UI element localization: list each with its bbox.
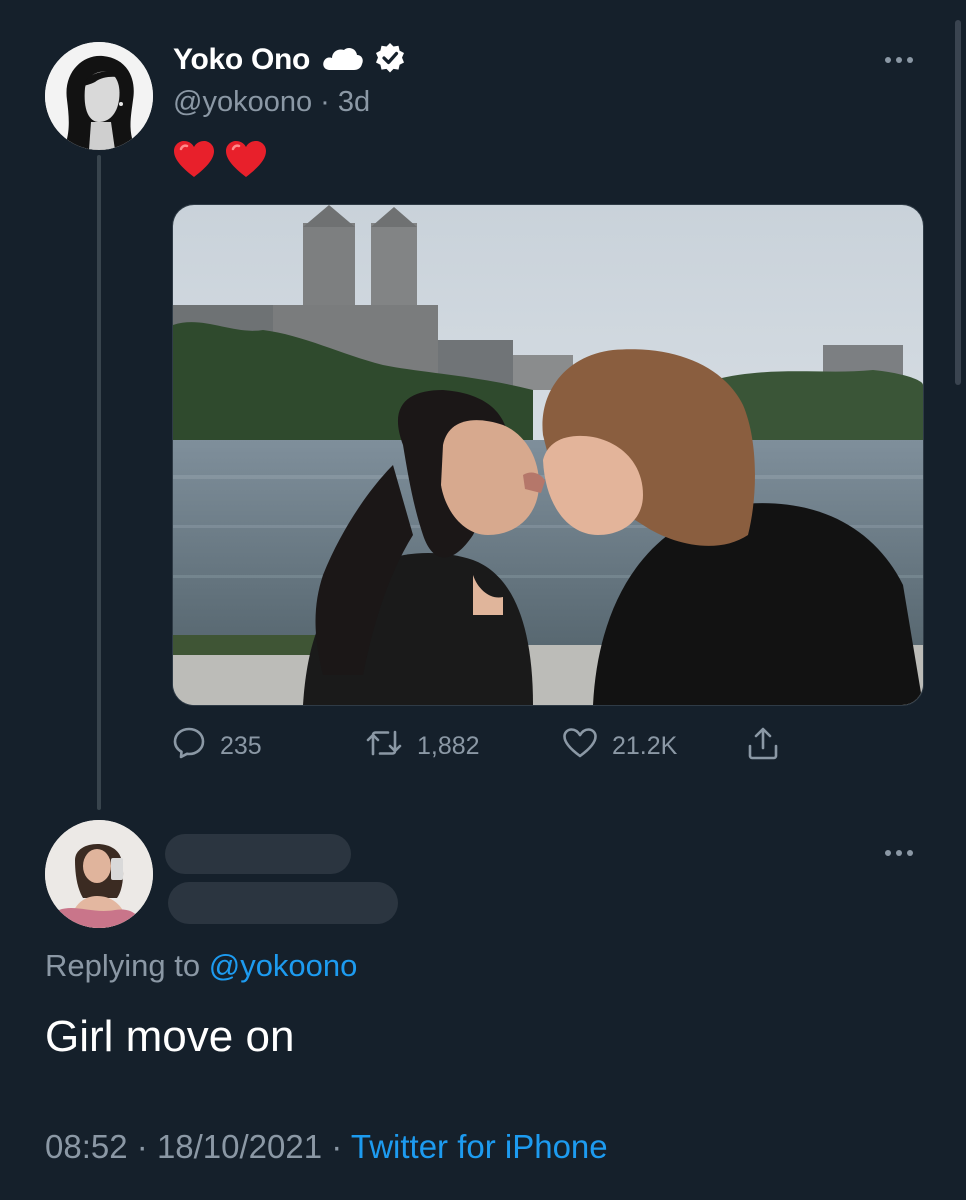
reply-button[interactable]: 235 (172, 722, 262, 770)
avatar-yokoono[interactable] (45, 42, 153, 150)
reply-source-link[interactable]: Twitter for iPhone (351, 1128, 608, 1165)
dot-icon (896, 850, 902, 856)
avatar-replier[interactable] (45, 820, 153, 928)
like-count: 21.2K (612, 731, 678, 760)
tweet-age[interactable]: 3d (338, 86, 370, 118)
reply-count: 235 (220, 731, 262, 760)
redacted-display-name (165, 834, 351, 874)
reply-date[interactable]: 18/10/2021 (157, 1128, 322, 1165)
retweet-button[interactable]: 1,882 (365, 722, 480, 770)
scrollbar[interactable] (955, 20, 961, 385)
reply-icon (172, 726, 206, 767)
display-name[interactable]: Yoko Ono (173, 43, 310, 77)
replying-to-label: Replying to (45, 948, 209, 983)
dot-icon (885, 850, 891, 856)
handle[interactable]: @yokoono (173, 86, 312, 118)
tweet-photo[interactable] (172, 204, 924, 706)
handle-and-time: @yokoono · 3d (173, 86, 370, 119)
cloud-icon (320, 44, 364, 77)
redacted-handle (168, 882, 398, 924)
verified-badge-icon (374, 42, 406, 79)
dot-icon (907, 57, 913, 63)
tweet-actions: 235 1,882 21.2K (172, 722, 812, 770)
photo-of-couple-kissing-by-lake-icon (173, 205, 923, 705)
retweet-count: 1,882 (417, 731, 480, 760)
thread-connector-line (97, 155, 101, 810)
share-button[interactable] (747, 722, 779, 770)
replying-to-mention[interactable]: @yokoono (209, 948, 358, 983)
reply-metadata: 08:52 · 18/10/2021 · Twitter for iPhone (45, 1128, 608, 1166)
retweet-icon (365, 728, 403, 765)
reply-time[interactable]: 08:52 (45, 1128, 128, 1165)
dot-icon (896, 57, 902, 63)
replying-to: Replying to @yokoono (45, 948, 357, 984)
like-button[interactable]: 21.2K (562, 722, 677, 770)
more-options-button[interactable] (879, 52, 919, 68)
red-heart-icon (225, 140, 267, 183)
reply-text: Girl move on (45, 1012, 295, 1061)
reply-more-options-button[interactable] (879, 845, 919, 861)
dot-icon (885, 57, 891, 63)
dot-icon (907, 850, 913, 856)
red-heart-icon (173, 140, 215, 183)
separator-dot: · (331, 1128, 343, 1165)
share-icon (747, 726, 779, 767)
like-heart-icon (562, 727, 598, 766)
tweet-header: Yoko Ono (173, 40, 406, 80)
separator-dot: · (136, 1128, 148, 1165)
tweet-text (173, 140, 267, 183)
separator-dot: · (320, 86, 330, 118)
